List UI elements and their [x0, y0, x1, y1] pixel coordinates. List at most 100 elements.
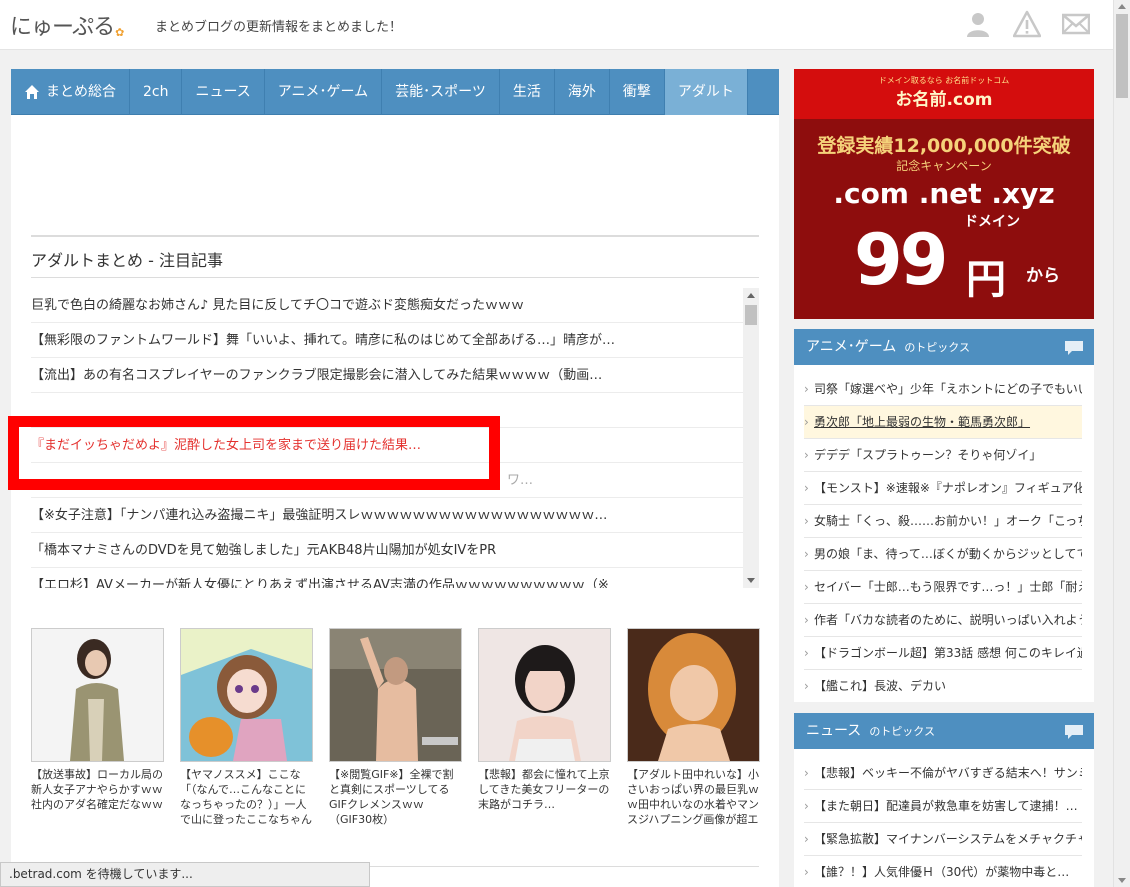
nav-item-label: 芸能･スポーツ	[395, 84, 486, 100]
nav-item-label: アニメ･ゲーム	[277, 84, 369, 100]
article-link[interactable]: 【無彩限のファントムワールド】舞「いいよ、挿れて。晴彦に私のはじめて全部あげる……	[31, 323, 743, 358]
thumbnail-caption[interactable]: 【ヤマノススメ】ここな「（なんで…こんなことになっちゃったの？）」一人で山に登っ…	[180, 767, 313, 827]
ad-kara: から	[1026, 266, 1060, 286]
topic-link[interactable]: 【誰？！】人気俳優Ｈ（30代）が薬物中毒と…	[804, 856, 1082, 887]
nav-item-summary[interactable]: まとめ総合	[11, 69, 130, 115]
browser-status-bar: .betrad.com を待機しています...	[0, 862, 370, 887]
section-title-divider	[31, 277, 759, 278]
topic-link[interactable]: 【悲報】ベッキー不倫がヤバすぎる結末へ！サンミ…	[804, 757, 1082, 790]
site-header: にゅーぷる✿ まとめブログの更新情報をまとめました！	[0, 0, 1113, 50]
article-list-scrollbar[interactable]	[743, 288, 759, 588]
topic-link[interactable]: 勇次郎「地上最弱の生物・範馬勇次郎」	[804, 406, 1082, 439]
ad-banner[interactable]: ドメイン取るなら お名前ドットコム お名前.com 登録実績12,000,000…	[794, 69, 1094, 319]
nav-item-anime-game[interactable]: アニメ･ゲーム	[265, 69, 383, 115]
ad-headline: 登録実績12,000,000件突破	[817, 135, 1071, 157]
thumbnail-image[interactable]	[627, 628, 760, 762]
thumbnail-image[interactable]	[180, 628, 313, 762]
comment-bubble-icon	[1065, 725, 1083, 739]
nav-item-label: 生活	[512, 84, 541, 100]
list-scroll-down-arrow-icon[interactable]	[747, 578, 755, 583]
thumbnail-card[interactable]: 【悲報】都会に憧れて上京してきた美女フリーターの末路がコチラ…	[478, 628, 611, 827]
thumbnail-card[interactable]: 【アダルト田中れいな】小さいおっぱい界の最巨乳ｗｗ田中れいなの水着やマンスジハプ…	[627, 628, 760, 827]
thumbnail-card[interactable]: 【ヤマノススメ】ここな「（なんで…こんなことになっちゃったの？）」一人で山に登っ…	[180, 628, 313, 827]
site-logo[interactable]: にゅーぷる✿	[10, 9, 124, 41]
topic-link[interactable]: デデデ「スプラトゥーン？そりゃ何ゾイ」	[804, 439, 1082, 472]
nav-item-2ch[interactable]: 2ch	[130, 69, 183, 115]
topic-link[interactable]: 【緊急拡散】マイナンバーシステムをメチャクチャに…	[804, 823, 1082, 856]
ad-tlds: .com .net .xyz	[833, 177, 1055, 210]
topics-anime-game-header[interactable]: アニメ･ゲーム のトピックス	[794, 329, 1094, 365]
article-link[interactable]: 【※女子注意】「ナンパ連れ込み盗撮ニキ」最強証明スレｗｗｗｗｗｗｗｗｗｗｗｗｗｗ…	[31, 498, 743, 533]
topics-list: 司祭「嫁選べや」少年「えホントにどの子でもいい… 勇次郎「地上最弱の生物・範馬勇…	[794, 365, 1094, 703]
topic-link[interactable]: 【艦これ】長波、デカい	[804, 670, 1082, 703]
featured-article-list[interactable]: 巨乳で色白の綺麗なお姉さん♪ 見た目に反してチ〇コで遊ぶド変態痴女だったｗｗｗ …	[31, 288, 743, 588]
topics-news-header[interactable]: ニュース のトピックス	[794, 713, 1094, 749]
thumbnail-caption[interactable]: 【アダルト田中れいな】小さいおっぱい界の最巨乳ｗｗ田中れいなの水着やマンスジハプ…	[627, 767, 760, 827]
thumbnail-card[interactable]: 【放送事故】ローカル局の新人女子アナやらかすｗｗ社内のアダ名確定だなｗｗ	[31, 628, 164, 827]
topic-link[interactable]: 【モンスト】※速報※『ナポレオン』フィギュア化キタ…	[804, 472, 1082, 505]
nav-item-label: 海外	[567, 84, 596, 100]
article-list-scrollbar-thumb[interactable]	[745, 305, 757, 325]
nav-item-label: まとめ総合	[46, 84, 116, 100]
nav-item-entertainment-sports[interactable]: 芸能･スポーツ	[382, 69, 500, 115]
thumbnail-image[interactable]	[31, 628, 164, 762]
article-link[interactable]: 巨乳で色白の綺麗なお姉さん♪ 見た目に反してチ〇コで遊ぶド変態痴女だったｗｗｗ	[31, 288, 743, 323]
nav-item-label: アダルト	[677, 84, 734, 100]
article-link[interactable]: 【流出】あの有名コスプレイヤーのファンクラブ限定撮影会に潜入してみた結果ｗｗｗｗ…	[31, 358, 743, 393]
topics-title: ニュース	[806, 723, 862, 739]
topics-anime-game: アニメ･ゲームのトピックス 司祭「嫁選べや」少年「えホントにどの子でもいい… 勇…	[794, 329, 1094, 703]
mail-icon[interactable]	[1062, 10, 1090, 38]
site-logo-text: にゅーぷる	[10, 15, 115, 40]
article-link[interactable]: 【エロ杉】AVメーカーが新人女優にとりあえず出演させるAV志満の作品ｗｗｗｗｗｗ…	[31, 568, 743, 588]
nav-item-overseas[interactable]: 海外	[555, 69, 610, 115]
topics-list: 【悲報】ベッキー不倫がヤバすぎる結末へ！サンミ… 【また朝日】配達員が救急車を妨…	[794, 749, 1094, 887]
thumbnail-card[interactable]: 【※閲覧GIF※】全裸で割と真剣にスポーツしてるGIFクレメンスｗｗ（GIF30…	[329, 628, 462, 827]
thumbnail-caption[interactable]: 【放送事故】ローカル局の新人女子アナやらかすｗｗ社内のアダ名確定だなｗｗ	[31, 767, 164, 827]
article-link-highlighted[interactable]: 『まだイッちゃだめよ』泥酔した女上司を家まで送り届けた結果…	[31, 428, 743, 463]
ad-yen: 円	[966, 257, 1006, 303]
logo-star-icon: ✿	[115, 26, 124, 39]
user-icon[interactable]	[964, 10, 992, 38]
article-link[interactable]	[31, 393, 743, 428]
main-column: まとめ総合 2ch ニュース アニメ･ゲーム 芸能･スポーツ 生活 海外 衝撃 …	[11, 69, 779, 887]
section-title: アダルトまとめ - 注目記事	[31, 251, 223, 270]
site-tagline: まとめブログの更新情報をまとめました！	[155, 20, 403, 35]
nav-item-label: 衝撃	[622, 84, 651, 100]
scroll-up-arrow-icon[interactable]	[1118, 4, 1126, 9]
home-icon	[25, 85, 39, 99]
topics-suffix: のトピックス	[869, 725, 935, 738]
category-nav: まとめ総合 2ch ニュース アニメ･ゲーム 芸能･スポーツ 生活 海外 衝撃 …	[11, 69, 779, 115]
nav-item-life[interactable]: 生活	[500, 69, 555, 115]
topic-link[interactable]: 司祭「嫁選べや」少年「えホントにどの子でもいい…	[804, 373, 1082, 406]
list-scroll-up-arrow-icon[interactable]	[747, 293, 755, 298]
nav-item-news[interactable]: ニュース	[182, 69, 265, 115]
topic-link[interactable]: 作者「バカな読者のために、説明いっぱい入れよう」	[804, 604, 1082, 637]
nav-item-label: ニュース	[195, 84, 251, 100]
thumbnail-grid: 【放送事故】ローカル局の新人女子アナやらかすｗｗ社内のアダ名確定だなｗｗ 【ヤマ…	[31, 628, 761, 838]
scroll-down-arrow-icon[interactable]	[1118, 878, 1126, 883]
nav-item-adult[interactable]: アダルト	[664, 69, 748, 115]
thumbnail-caption[interactable]: 【悲報】都会に憧れて上京してきた美女フリーターの末路がコチラ…	[478, 767, 611, 827]
ad-subheadline: 記念キャンペーン	[896, 159, 992, 173]
ad-brand: お名前.com	[895, 90, 993, 110]
comment-bubble-icon	[1065, 341, 1083, 355]
topic-link[interactable]: 男の娘「ま、待って…ぼくが動くからジッとしてて…」	[804, 538, 1082, 571]
nav-item-label: 2ch	[143, 84, 169, 100]
section-divider	[31, 235, 759, 237]
topic-link[interactable]: 【また朝日】配達員が救急車を妨害して逮捕！…	[804, 790, 1082, 823]
page-scrollbar-thumb[interactable]	[1116, 14, 1128, 98]
topics-suffix: のトピックス	[904, 341, 970, 354]
thumbnail-caption[interactable]: 【※閲覧GIF※】全裸で割と真剣にスポーツしてるGIFクレメンスｗｗ（GIF30…	[329, 767, 462, 827]
warning-icon[interactable]	[1013, 10, 1041, 38]
thumbnail-image[interactable]	[329, 628, 462, 762]
nav-item-shock[interactable]: 衝撃	[610, 69, 665, 115]
topic-link[interactable]: 女騎士「くっ、殺……お前かい！」オーク「こっちの…	[804, 505, 1082, 538]
article-link[interactable]: ワ…	[31, 463, 743, 498]
topics-title: アニメ･ゲーム	[806, 339, 897, 355]
thumbnail-image[interactable]	[478, 628, 611, 762]
article-link[interactable]: 「橋本マナミさんのDVDを見て勉強しました」元AKB48片山陽加が処女IVをPR	[31, 533, 743, 568]
topic-link[interactable]: 【ドラゴンボール超】第33話 感想 何このキレイ過…	[804, 637, 1082, 670]
page-scrollbar[interactable]	[1113, 0, 1130, 887]
topic-link[interactable]: セイバー「士郎…もう限界です…っ！」士郎「耐え…	[804, 571, 1082, 604]
ad-domain-word: ドメイン	[964, 214, 1020, 230]
